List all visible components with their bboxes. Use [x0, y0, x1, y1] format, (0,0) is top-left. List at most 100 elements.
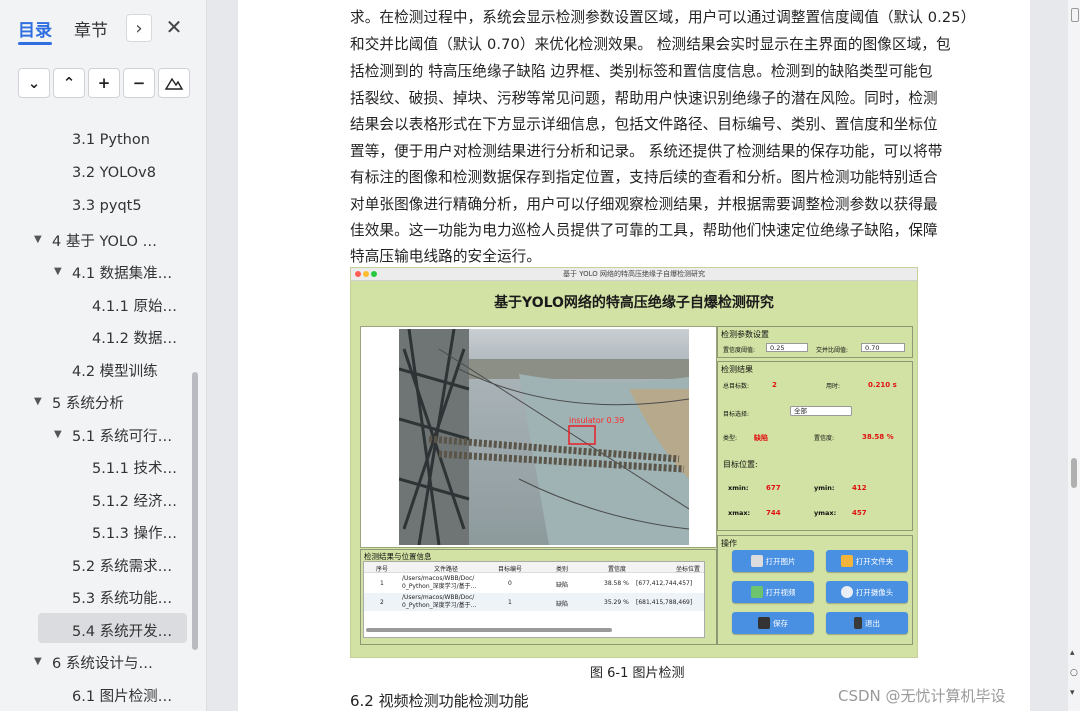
- ymin-label: ymin:: [814, 484, 835, 492]
- toc-item[interactable]: 6 系统设计与…: [52, 652, 153, 673]
- toc-item[interactable]: 5.4 系统开发…: [72, 620, 172, 641]
- iou-threshold-input[interactable]: 0.70: [861, 343, 905, 352]
- toc-item[interactable]: 5.1.1 技术…: [92, 457, 177, 478]
- paragraph-line: 括检测到的 特高压绝缘子缺陷 边界框、类别标签和置信度信息。检测到的缺陷类型可能…: [350, 63, 933, 80]
- locate-button[interactable]: [158, 68, 190, 98]
- table-scrollbar[interactable]: [366, 628, 612, 632]
- folder-icon: [840, 555, 853, 567]
- save-button[interactable]: 保存: [732, 612, 814, 634]
- close-icon[interactable]: ✕: [162, 14, 186, 40]
- figure-image-panel: insulator 0.39: [360, 326, 717, 548]
- expand-triangle-icon[interactable]: ▼: [34, 656, 42, 667]
- type-label: 类型:: [723, 435, 738, 442]
- toc-item[interactable]: 5.1 系统可行…: [72, 425, 172, 446]
- toc-item[interactable]: 4 基于 YOLO …: [52, 230, 157, 251]
- paragraph-line: 对单张图像进行精确分析，用户可以仔细观察检测结果，并根据需要调整检测参数以获得最: [350, 196, 938, 213]
- toc-item[interactable]: 5.1.2 经济…: [92, 490, 177, 511]
- target-select-value: 全部: [794, 407, 807, 415]
- scroll-up-icon[interactable]: ▴: [1070, 648, 1075, 658]
- chevron-up-icon: ⌃: [62, 74, 76, 92]
- confidence-label: 置信度:: [814, 435, 835, 442]
- paragraph-line: 有标注的图像和检测数据保存到指定位置，支持后续的查看和分析。图片检测功能特别适合: [350, 169, 938, 186]
- paragraph-line: 括裂纹、破损、掉块、污秽等常见问题，帮助用户快速识别绝缘子的潜在风险。同时，检测: [350, 90, 938, 107]
- toc-item[interactable]: 6.1 图片检测…: [72, 685, 172, 706]
- figure-window-title: 基于 YOLO 网络的特高压绝缘子自爆检测研究: [562, 270, 705, 278]
- table-row[interactable]: 2 /Users/macos/WBB/Doc/ 0_Python_深度学习/基于…: [364, 593, 704, 611]
- position-heading: 目标位置:: [723, 460, 758, 469]
- toc-item[interactable]: 3.3 pyqt5: [72, 198, 142, 214]
- tab-active-indicator: [18, 42, 52, 45]
- confidence-value: 38.58 %: [862, 433, 894, 441]
- ymax-value: 457: [852, 509, 867, 517]
- toc-item[interactable]: 4.1 数据集准…: [72, 262, 172, 283]
- figure-window-titlebar: 基于 YOLO 网络的特高压绝缘子自爆检测研究: [351, 268, 917, 281]
- open-camera-button[interactable]: 打开摄像头: [826, 581, 908, 603]
- results-heading: 检测结果: [721, 365, 753, 374]
- zoom-icon[interactable]: ○: [1070, 668, 1078, 678]
- toc-item[interactable]: 5.2 系统需求…: [72, 555, 172, 576]
- plus-icon: +: [97, 74, 111, 92]
- xmin-value: 677: [766, 484, 781, 492]
- col-header-class: 类别: [556, 566, 569, 573]
- time-value: 0.210 s: [868, 381, 897, 389]
- expand-triangle-icon[interactable]: ▼: [34, 396, 42, 407]
- target-select[interactable]: 全部: [790, 406, 852, 416]
- operations-panel: 操作 打开图片 打开文件夹 打开视频 打开摄像头 保存 退出: [717, 535, 913, 645]
- ymin-value: 412: [852, 484, 867, 492]
- page-icon[interactable]: [1071, 8, 1079, 22]
- paragraph-line: 置等，便于用户对检测结果进行分析和记录。 系统还提供了检测结果的保存功能，可以将…: [350, 143, 943, 160]
- video-icon: [750, 586, 763, 598]
- expand-triangle-icon[interactable]: ▼: [34, 234, 42, 245]
- exit-button[interactable]: 退出: [826, 612, 908, 634]
- toc-item[interactable]: 4.2 模型训练: [72, 360, 158, 381]
- expand-up-button[interactable]: ⌃: [53, 68, 85, 98]
- section-heading: 6.2 视频检测功能检测功能: [350, 692, 529, 710]
- tab-chapter[interactable]: 章节: [74, 16, 108, 41]
- document-scrollbar-thumb[interactable]: [1071, 458, 1077, 488]
- sidebar-scrollbar[interactable]: [192, 372, 198, 650]
- toc-item[interactable]: 3.2 YOLOv8: [72, 165, 156, 181]
- total-targets-value: 2: [772, 381, 777, 389]
- page-gutter: [207, 0, 238, 711]
- open-image-button[interactable]: 打开图片: [732, 550, 814, 572]
- chevron-down-icon: ⌄: [27, 74, 41, 92]
- xmax-value: 744: [766, 509, 781, 517]
- add-button[interactable]: +: [88, 68, 120, 98]
- conf-threshold-input[interactable]: 0.25: [766, 343, 808, 352]
- scroll-down-icon[interactable]: ▾: [1070, 688, 1075, 698]
- open-folder-button[interactable]: 打开文件夹: [826, 550, 908, 572]
- toc-item[interactable]: 5 系统分析: [52, 392, 124, 413]
- col-header-coords: 坐标位置: [676, 566, 701, 573]
- toc-item[interactable]: 3.1 Python: [72, 132, 150, 148]
- time-label: 用时:: [826, 383, 841, 390]
- operations-heading: 操作: [721, 539, 737, 548]
- save-icon: [758, 617, 770, 629]
- xmin-label: xmin:: [728, 484, 749, 492]
- open-video-button[interactable]: 打开视频: [732, 581, 814, 603]
- expand-triangle-icon[interactable]: ▼: [54, 429, 62, 440]
- toc-item[interactable]: 5.1.3 操作…: [92, 522, 177, 543]
- expand-triangle-icon[interactable]: ▼: [54, 266, 62, 277]
- watermark: CSDN @无忧计算机毕设: [838, 687, 1006, 705]
- figure-screenshot: 基于 YOLO 网络的特高压绝缘子自爆检测研究 基于YOLO网络的特高压绝缘子自…: [350, 267, 918, 658]
- target-select-label: 目标选择:: [723, 411, 750, 418]
- paragraph-line: 和交并比阈值（默认 0.70）来优化检测效果。 检测结果会实时显示在主界面的图像…: [350, 36, 951, 53]
- total-targets-label: 总目标数:: [723, 383, 750, 390]
- xmax-label: xmax:: [728, 509, 751, 517]
- tab-toc[interactable]: 目录: [18, 16, 52, 41]
- collapse-all-button[interactable]: ⌄: [18, 68, 50, 98]
- table-row[interactable]: 1 /Users/macos/WBB/Doc/ 0_Python_深度学习/基于…: [364, 574, 704, 592]
- chevron-right-icon[interactable]: ›: [126, 14, 152, 42]
- col-header-index: 序号: [376, 566, 389, 573]
- exit-icon: [854, 617, 862, 629]
- toc-item[interactable]: 4.1.2 数据…: [92, 327, 177, 348]
- insulator-photo: insulator 0.39: [399, 329, 689, 545]
- minus-icon: −: [132, 74, 146, 92]
- toc-item[interactable]: 4.1.1 原始…: [92, 295, 177, 316]
- toc-item[interactable]: 5.3 系统功能…: [72, 587, 172, 608]
- camera-icon: [840, 586, 853, 598]
- results-table: 序号 文件路径 目标编号 类别 置信度 坐标位置 1 /Users/macos/…: [363, 561, 705, 638]
- params-panel: 检测参数设置 置信度阈值: 0.25 交并比阈值: 0.70: [717, 326, 913, 358]
- toc-sidebar: 目录 章节 › ✕ ⌄ ⌃ + − 3.1 Python 3.2 YOLOv8 3.…: [0, 0, 207, 711]
- remove-button[interactable]: −: [123, 68, 155, 98]
